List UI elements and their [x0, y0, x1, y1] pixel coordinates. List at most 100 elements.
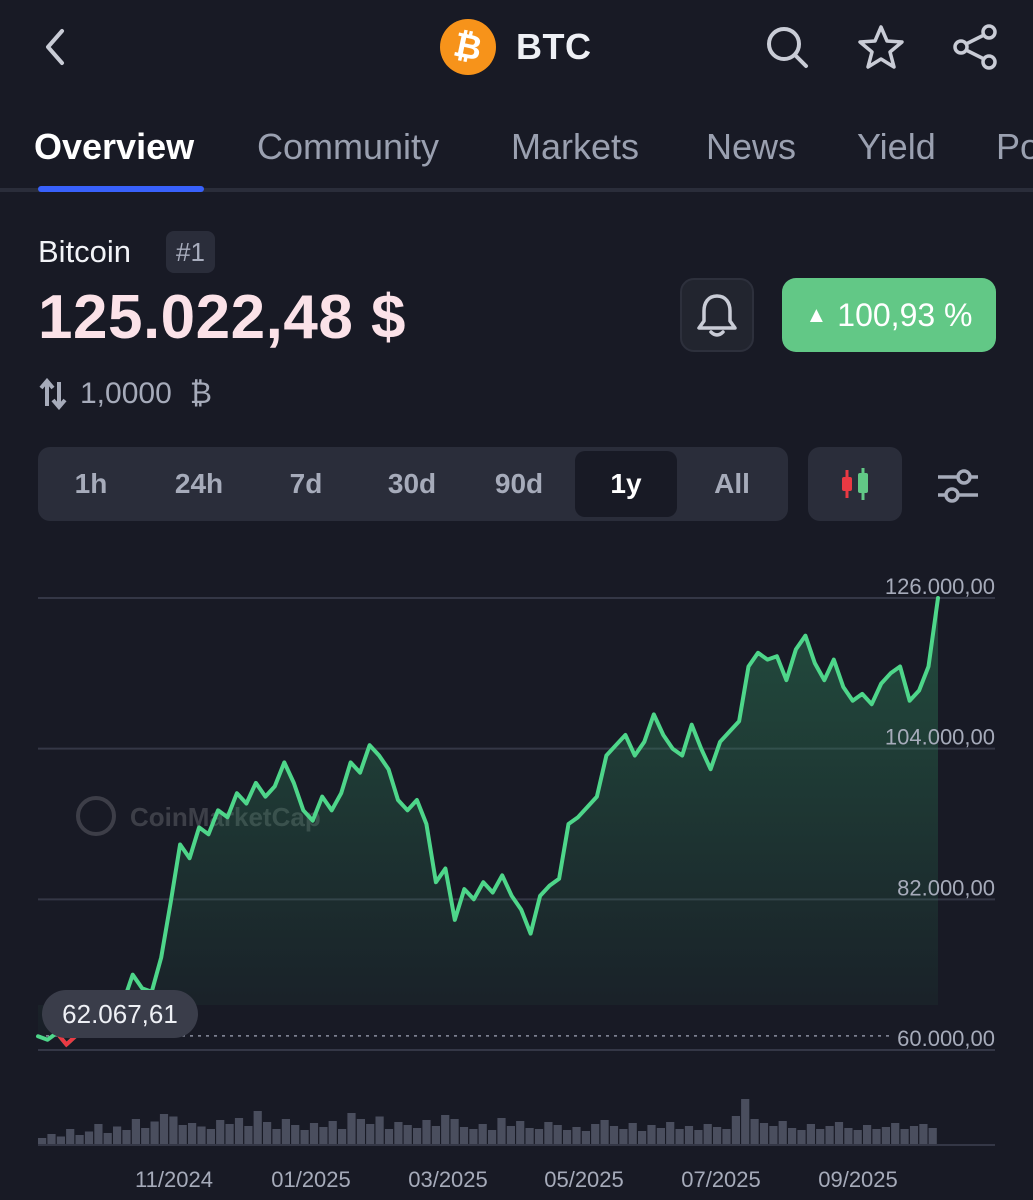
volume-bar [450, 1119, 459, 1144]
y-tick-label: 126.000,00 [885, 574, 995, 599]
volume-bar [38, 1138, 47, 1144]
volume-bar [319, 1127, 328, 1144]
volume-bar [375, 1116, 384, 1144]
tab-yield[interactable]: Yield [857, 126, 936, 168]
volume-bar [122, 1130, 131, 1144]
volume-bar [806, 1124, 815, 1144]
volume-bar [206, 1129, 215, 1144]
volume-bar [478, 1124, 487, 1144]
candlestick-toggle-button[interactable] [808, 447, 902, 521]
volume-bar [844, 1128, 853, 1144]
volume-bar [113, 1126, 122, 1144]
volume-bar [891, 1123, 900, 1144]
conversion-row[interactable]: 1,0000 ₿ [38, 374, 212, 414]
volume-bar [872, 1129, 881, 1144]
volume-bar [150, 1121, 159, 1144]
active-tab-indicator [38, 186, 204, 192]
x-tick-label: 09/2025 [818, 1167, 898, 1192]
volume-bar [825, 1126, 834, 1144]
volume-bar [244, 1126, 253, 1144]
y-tick-label: 60.000,00 [897, 1026, 995, 1051]
volume-bar [56, 1136, 65, 1144]
volume-bar [169, 1116, 178, 1144]
tab-community[interactable]: Community [257, 126, 439, 168]
volume-bar [534, 1129, 544, 1144]
volume-bar [591, 1124, 600, 1144]
price-chart[interactable]: CoinMarketCap 62.067,61 126.000,00104.00… [0, 560, 1033, 1200]
volume-bar [713, 1127, 722, 1144]
range-90d[interactable]: 90d [468, 451, 570, 517]
volume-bar [281, 1119, 290, 1144]
volume-bar [506, 1126, 515, 1144]
x-tick-label: 01/2025 [271, 1167, 351, 1192]
tab-overview[interactable]: Overview [34, 126, 194, 168]
volume-bar [356, 1119, 365, 1144]
volume-bar [384, 1129, 394, 1144]
back-button[interactable] [30, 22, 80, 72]
volume-bar [563, 1130, 572, 1144]
tab-markets[interactable]: Markets [511, 126, 639, 168]
volume-bar [291, 1125, 300, 1144]
chart-settings-button[interactable] [930, 458, 986, 514]
x-tick-label: 07/2025 [681, 1167, 761, 1192]
volume-bar [741, 1099, 750, 1144]
range-all[interactable]: All [681, 451, 783, 517]
triangle-up-icon: ▲ [805, 302, 828, 327]
volume-bar [919, 1124, 928, 1144]
bitcoin-glyph: ₿ [450, 24, 486, 70]
back-icon [46, 29, 64, 65]
sliders-icon [938, 469, 978, 503]
volume-bar [441, 1115, 450, 1144]
volume-bar [263, 1122, 272, 1144]
x-tick-label: 11/2024 [135, 1167, 213, 1192]
volume-bar [609, 1126, 619, 1144]
range-7d[interactable]: 7d [255, 451, 357, 517]
range-1h[interactable]: 1h [40, 451, 142, 517]
volume-bar [797, 1130, 806, 1144]
volume-bar [619, 1129, 628, 1144]
volume-bar [66, 1129, 75, 1144]
volume-bar [216, 1120, 225, 1144]
volume-bar [188, 1123, 197, 1144]
x-tick-label: 05/2025 [544, 1167, 624, 1192]
volume-bar [525, 1128, 534, 1144]
y-tick-label: 104.000,00 [885, 725, 995, 750]
x-tick-label: 03/2025 [408, 1167, 488, 1192]
volume-bar [338, 1129, 347, 1144]
price-change-badge: ▲ 100,93 % [782, 278, 996, 352]
range-30d[interactable]: 30d [361, 451, 463, 517]
volume-bar [834, 1122, 844, 1144]
volume-bar [778, 1121, 787, 1144]
range-24h[interactable]: 24h [148, 451, 250, 517]
volume-bar [225, 1124, 234, 1144]
tab-news[interactable]: News [706, 126, 796, 168]
volume-bar [572, 1127, 581, 1144]
bell-icon [697, 294, 737, 337]
range-1y[interactable]: 1y [575, 451, 677, 517]
tab-bar: Overview Community Markets News Yield Po [0, 118, 1033, 192]
conversion-unit: ₿ [189, 377, 212, 410]
watchlist-star-button[interactable] [856, 22, 906, 72]
volume-bar [488, 1130, 497, 1144]
search-button[interactable] [762, 22, 812, 72]
volume-bar [459, 1127, 469, 1144]
volume-bar [900, 1129, 909, 1144]
volume-bar [909, 1126, 919, 1144]
share-button[interactable] [950, 22, 1000, 72]
volume-bar [666, 1122, 675, 1144]
y-tick-label: 82.000,00 [897, 875, 995, 900]
price-alert-button[interactable] [680, 278, 754, 352]
start-price-value: 62.067,61 [62, 999, 178, 1029]
volume-bar [516, 1121, 525, 1144]
coin-name: Bitcoin [38, 234, 132, 269]
volume-bar [84, 1131, 94, 1144]
tab-more-truncated[interactable]: Po [996, 126, 1033, 168]
share-icon [953, 24, 997, 70]
coinmarketcap-logo-icon [76, 796, 116, 836]
volume-bar [684, 1126, 694, 1144]
volume-bar [272, 1129, 281, 1144]
volume-bar [788, 1128, 797, 1144]
volume-bar [253, 1111, 262, 1144]
rank-badge: #1 [166, 231, 215, 273]
bitcoin-logo-icon: ₿ [440, 19, 496, 75]
